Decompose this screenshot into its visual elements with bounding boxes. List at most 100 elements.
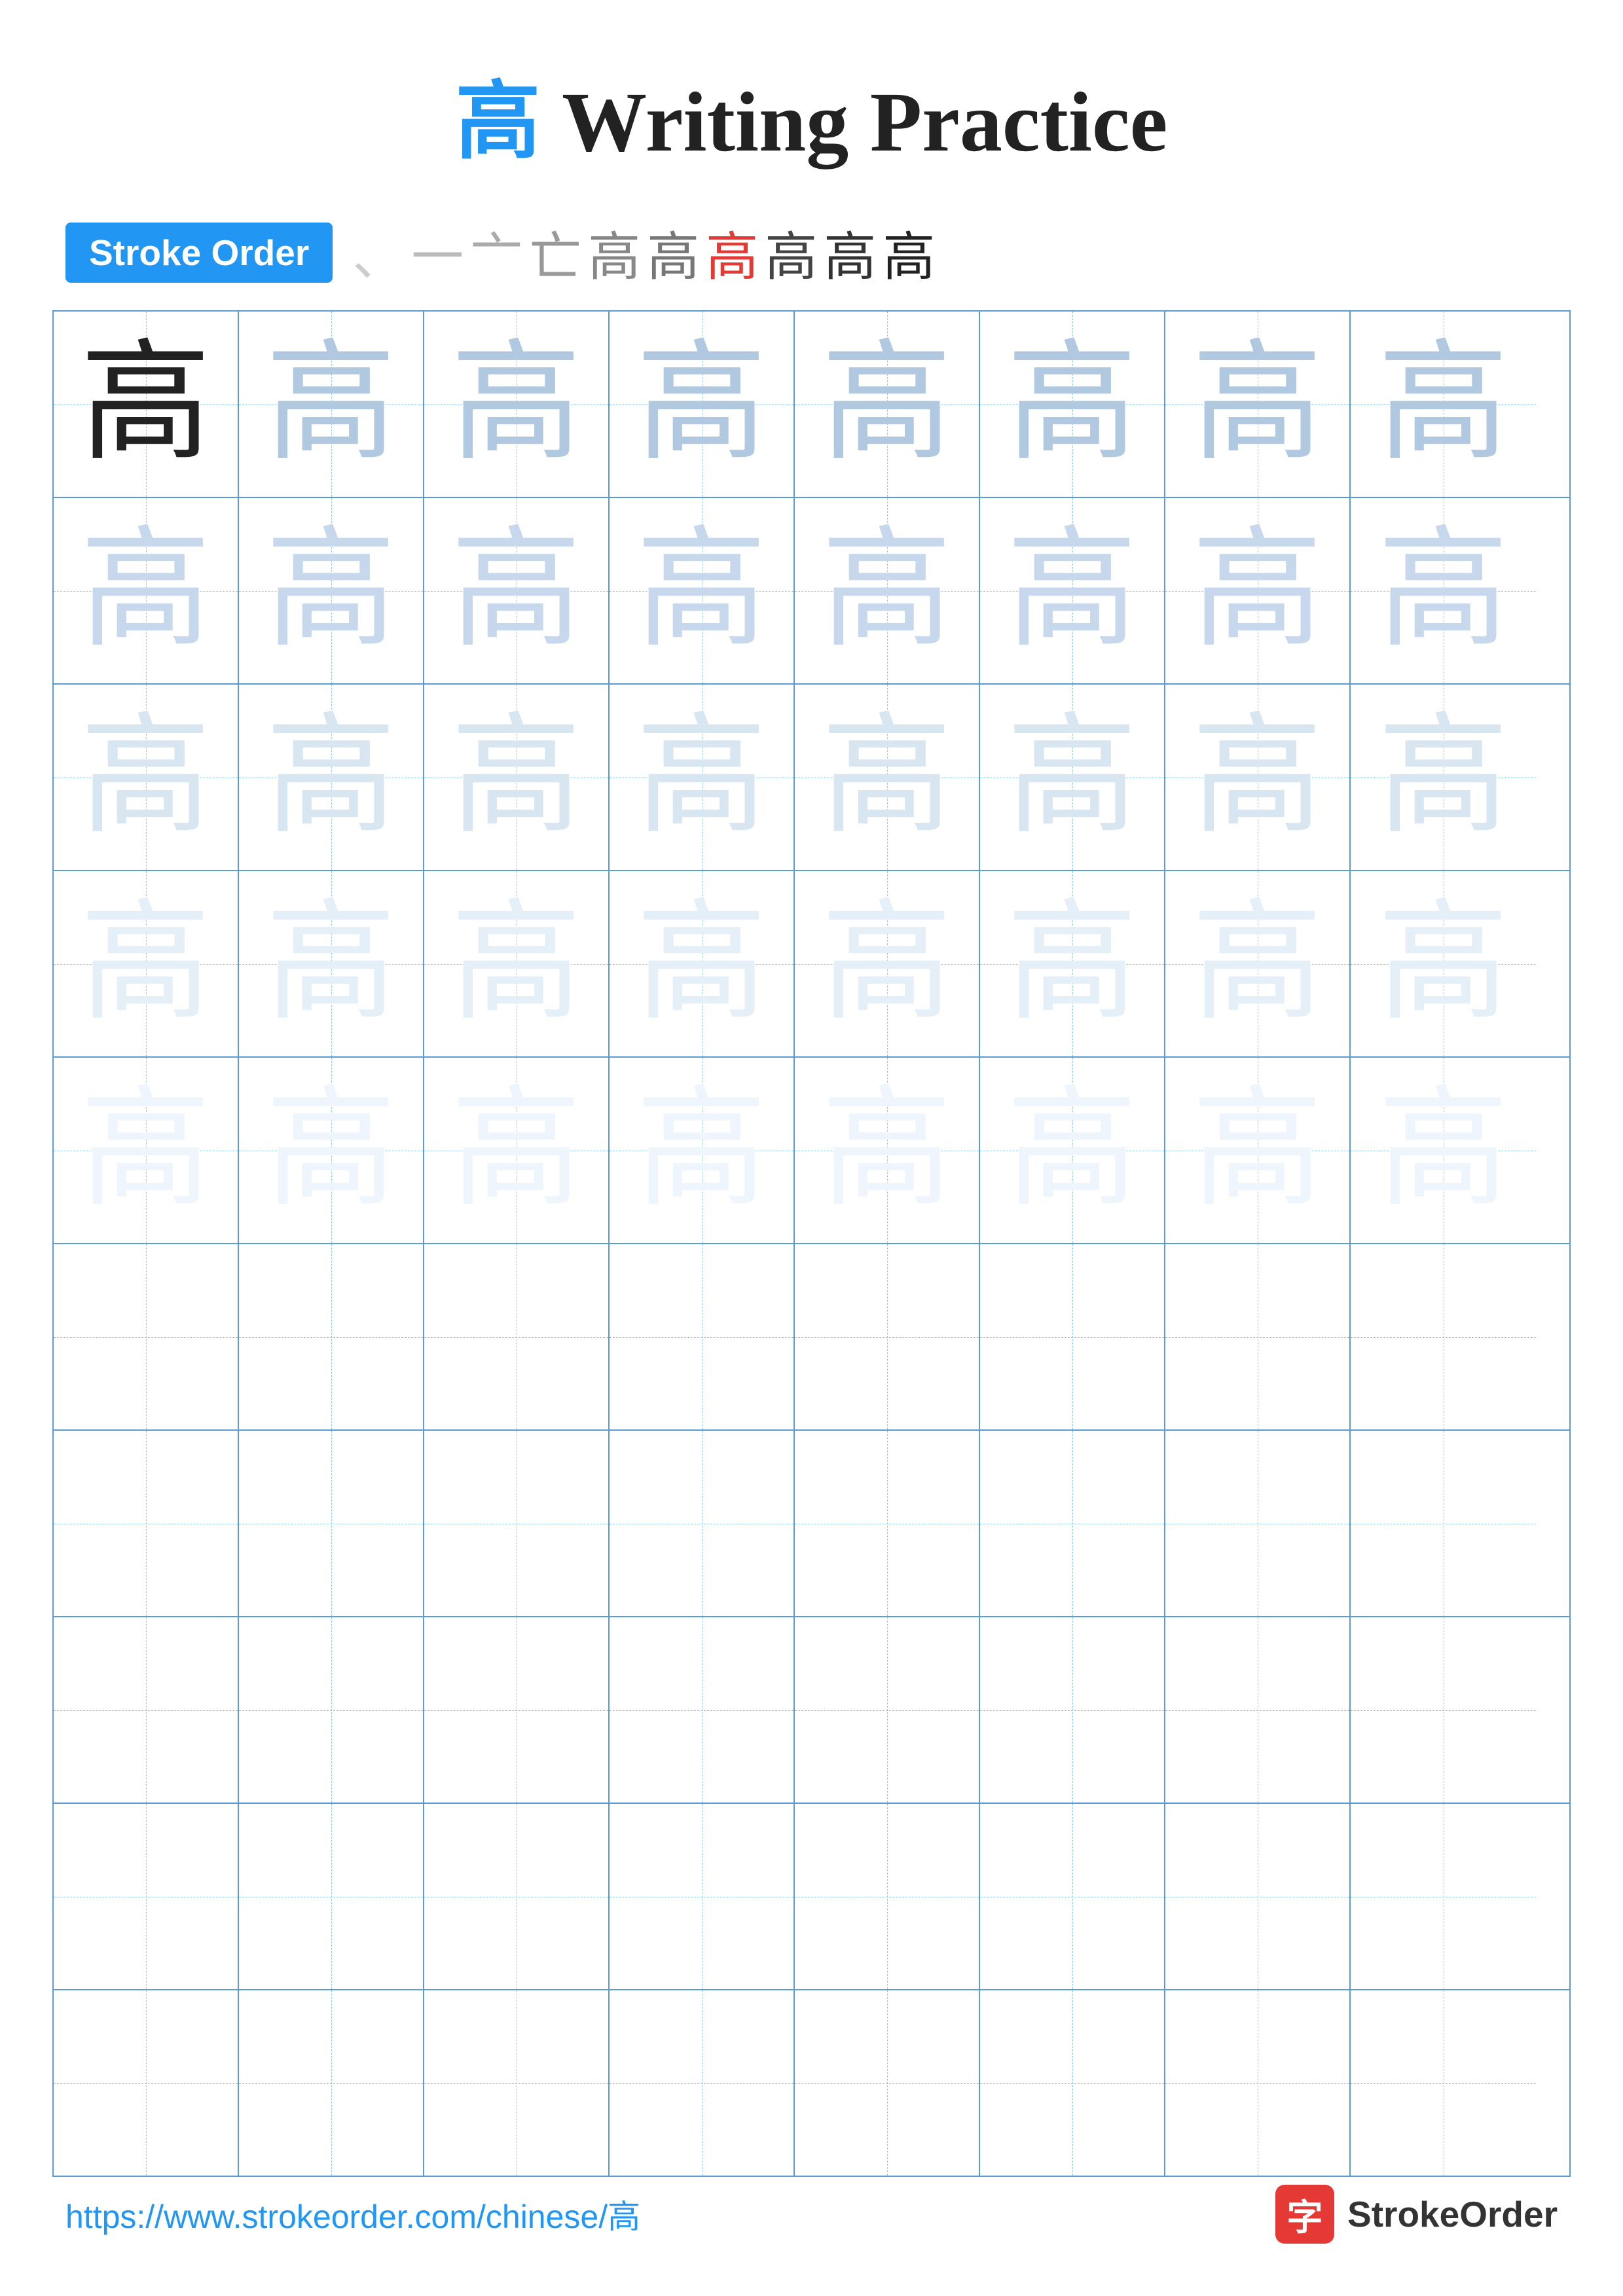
char-guide: 高 [636, 526, 767, 656]
char-guide: 高 [821, 526, 952, 656]
grid-cell-4-7[interactable]: 高 [1165, 871, 1351, 1056]
char-guide: 高 [450, 1085, 581, 1216]
grid-cell-4-1[interactable]: 高 [54, 871, 239, 1056]
grid-cell-9-8[interactable] [1351, 1804, 1536, 1989]
grid-cell-4-2[interactable]: 高 [239, 871, 424, 1056]
grid-cell-3-3[interactable]: 高 [424, 685, 610, 870]
char-guide: 高 [636, 899, 767, 1030]
grid-cell-1-7[interactable]: 高 [1165, 312, 1351, 497]
grid-cell-2-2[interactable]: 高 [239, 498, 424, 683]
stroke-5: 高 [588, 215, 640, 291]
grid-cell-8-1[interactable] [54, 1617, 239, 1803]
grid-cell-8-3[interactable] [424, 1617, 610, 1803]
grid-cell-6-4[interactable] [610, 1244, 795, 1429]
practice-grid[interactable]: 高 高 高 高 高 高 高 高 高 高 高 [52, 310, 1571, 2177]
grid-cell-5-2[interactable]: 高 [239, 1058, 424, 1243]
grid-cell-2-3[interactable]: 高 [424, 498, 610, 683]
grid-cell-9-5[interactable] [795, 1804, 980, 1989]
grid-cell-7-8[interactable] [1351, 1431, 1536, 1616]
grid-cell-10-8[interactable] [1351, 1990, 1536, 2176]
grid-cell-3-8[interactable]: 高 [1351, 685, 1536, 870]
grid-cell-5-4[interactable]: 高 [610, 1058, 795, 1243]
grid-cell-10-5[interactable] [795, 1990, 980, 2176]
grid-cell-7-1[interactable] [54, 1431, 239, 1616]
grid-cell-4-8[interactable]: 高 [1351, 871, 1536, 1056]
grid-cell-1-2[interactable]: 高 [239, 312, 424, 497]
grid-cell-3-7[interactable]: 高 [1165, 685, 1351, 870]
grid-cell-6-1[interactable] [54, 1244, 239, 1429]
grid-cell-8-7[interactable] [1165, 1617, 1351, 1803]
grid-cell-5-7[interactable]: 高 [1165, 1058, 1351, 1243]
grid-cell-2-5[interactable]: 高 [795, 498, 980, 683]
grid-cell-5-6[interactable]: 高 [980, 1058, 1165, 1243]
grid-cell-9-1[interactable] [54, 1804, 239, 1989]
grid-cell-4-3[interactable]: 高 [424, 871, 610, 1056]
grid-cell-9-2[interactable] [239, 1804, 424, 1989]
grid-cell-10-6[interactable] [980, 1990, 1165, 2176]
char-guide: 高 [265, 712, 396, 843]
grid-cell-10-7[interactable] [1165, 1990, 1351, 2176]
stroke-1: 、 [352, 215, 405, 291]
grid-cell-9-3[interactable] [424, 1804, 610, 1989]
stroke-6: 高 [647, 215, 699, 291]
grid-cell-4-6[interactable]: 高 [980, 871, 1165, 1056]
grid-cell-6-8[interactable] [1351, 1244, 1536, 1429]
grid-cell-5-5[interactable]: 高 [795, 1058, 980, 1243]
grid-cell-7-6[interactable] [980, 1431, 1165, 1616]
grid-cell-1-4[interactable]: 高 [610, 312, 795, 497]
grid-cell-4-4[interactable]: 高 [610, 871, 795, 1056]
grid-cell-6-5[interactable] [795, 1244, 980, 1429]
grid-cell-10-1[interactable] [54, 1990, 239, 2176]
char-guide: 高 [1192, 712, 1322, 843]
char-guide: 高 [821, 712, 952, 843]
grid-cell-10-3[interactable] [424, 1990, 610, 2176]
grid-cell-9-6[interactable] [980, 1804, 1165, 1989]
grid-cell-6-2[interactable] [239, 1244, 424, 1429]
grid-cell-7-7[interactable] [1165, 1431, 1351, 1616]
grid-cell-8-6[interactable] [980, 1617, 1165, 1803]
char-guide: 高 [1006, 526, 1137, 656]
grid-cell-1-6[interactable]: 高 [980, 312, 1165, 497]
grid-cell-9-7[interactable] [1165, 1804, 1351, 1989]
grid-cell-2-4[interactable]: 高 [610, 498, 795, 683]
char-guide: 高 [1006, 712, 1137, 843]
grid-cell-3-5[interactable]: 高 [795, 685, 980, 870]
grid-cell-6-7[interactable] [1165, 1244, 1351, 1429]
grid-cell-1-5[interactable]: 高 [795, 312, 980, 497]
grid-row-8 [54, 1617, 1569, 1804]
grid-cell-1-3[interactable]: 高 [424, 312, 610, 497]
grid-cell-7-5[interactable] [795, 1431, 980, 1616]
grid-cell-2-8[interactable]: 高 [1351, 498, 1536, 683]
stroke-order-badge[interactable]: Stroke Order [65, 223, 333, 283]
char-guide: 高 [636, 1085, 767, 1216]
stroke-order-row: Stroke Order 、 一 亠 亡 高 高 高 高 高 高 [0, 215, 1623, 291]
grid-cell-7-2[interactable] [239, 1431, 424, 1616]
grid-cell-7-4[interactable] [610, 1431, 795, 1616]
grid-cell-2-1[interactable]: 高 [54, 498, 239, 683]
grid-cell-2-6[interactable]: 高 [980, 498, 1165, 683]
grid-cell-6-6[interactable] [980, 1244, 1165, 1429]
grid-cell-1-8[interactable]: 高 [1351, 312, 1536, 497]
grid-cell-2-7[interactable]: 高 [1165, 498, 1351, 683]
grid-cell-3-1[interactable]: 高 [54, 685, 239, 870]
grid-cell-10-4[interactable] [610, 1990, 795, 2176]
grid-cell-9-4[interactable] [610, 1804, 795, 1989]
footer-url[interactable]: https://www.strokeorder.com/chinese/高 [65, 2191, 640, 2238]
char-guide: 高 [1192, 339, 1322, 470]
grid-cell-5-1[interactable]: 高 [54, 1058, 239, 1243]
grid-cell-8-4[interactable] [610, 1617, 795, 1803]
grid-cell-3-4[interactable]: 高 [610, 685, 795, 870]
grid-cell-8-2[interactable] [239, 1617, 424, 1803]
grid-cell-6-3[interactable] [424, 1244, 610, 1429]
grid-cell-8-8[interactable] [1351, 1617, 1536, 1803]
grid-cell-8-5[interactable] [795, 1617, 980, 1803]
grid-cell-4-5[interactable]: 高 [795, 871, 980, 1056]
grid-cell-3-2[interactable]: 高 [239, 685, 424, 870]
grid-cell-7-3[interactable] [424, 1431, 610, 1616]
grid-cell-1-1[interactable]: 高 [54, 312, 239, 497]
grid-cell-5-8[interactable]: 高 [1351, 1058, 1536, 1243]
grid-cell-10-2[interactable] [239, 1990, 424, 2176]
grid-cell-5-3[interactable]: 高 [424, 1058, 610, 1243]
char-guide: 高 [80, 526, 211, 656]
grid-cell-3-6[interactable]: 高 [980, 685, 1165, 870]
